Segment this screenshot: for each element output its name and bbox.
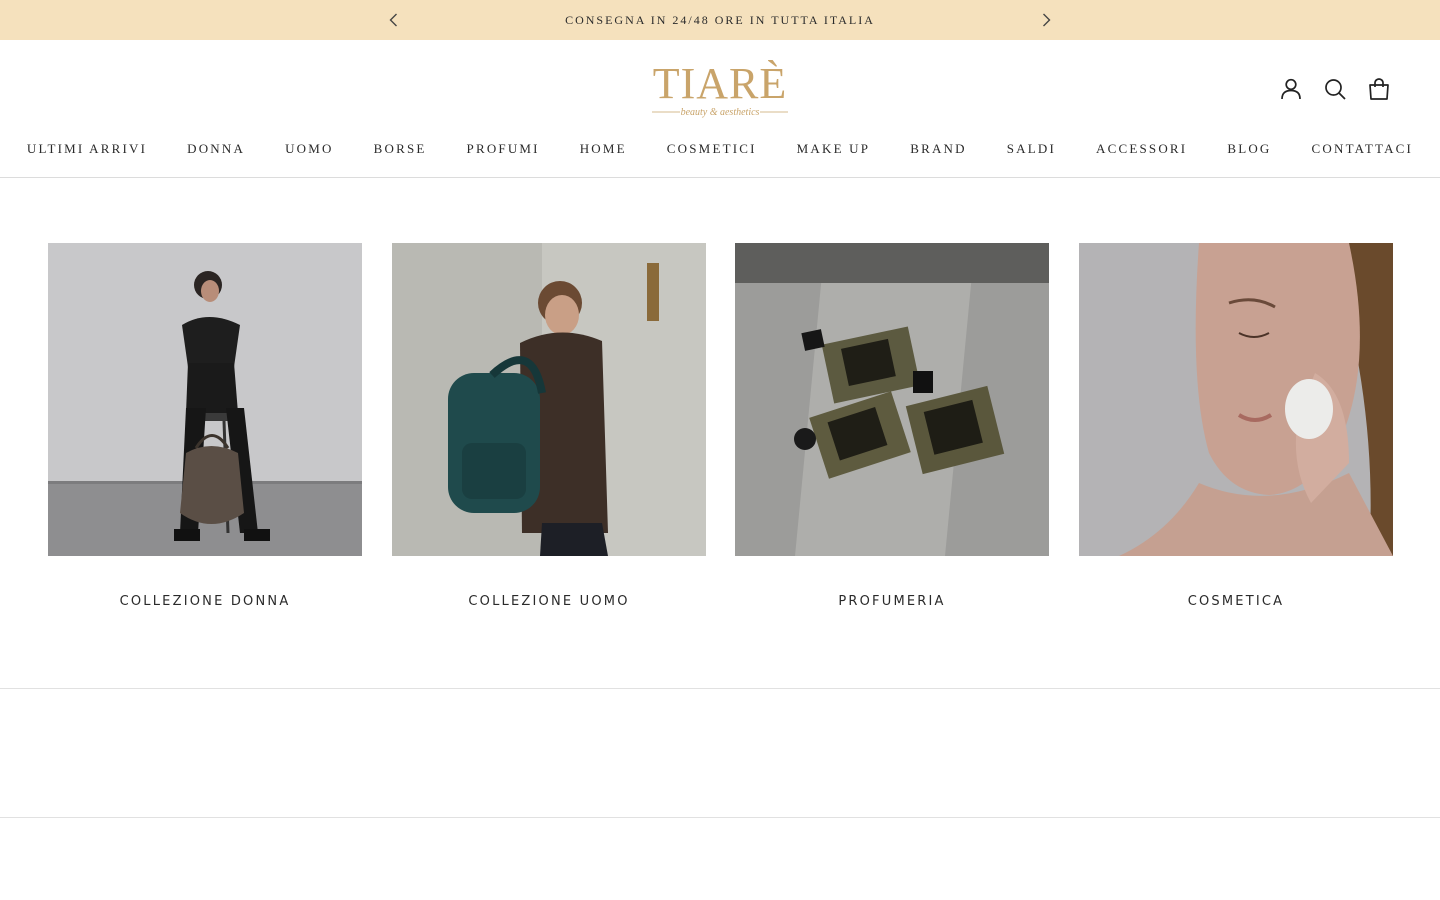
- nav-item-accessori[interactable]: ACCESSORI: [1076, 138, 1207, 160]
- collection-card-cosmetica[interactable]: COSMETICA: [1079, 243, 1393, 609]
- collection-title-cosmetica[interactable]: COSMETICA: [1079, 594, 1393, 609]
- nav-item-home[interactable]: HOME: [560, 138, 647, 160]
- search-icon[interactable]: [1322, 76, 1348, 102]
- collection-image-donna[interactable]: [48, 243, 362, 556]
- announcement-bar: CONSEGNA IN 24/48 ORE IN TUTTA ITALIA: [0, 0, 1440, 40]
- collection-card-profumeria[interactable]: PROFUMERIA: [735, 243, 1049, 609]
- collections-grid: COLLEZIONE DONNA COLLEZIONE UOMO PROFUME…: [48, 243, 1393, 623]
- nav-item-blog[interactable]: BLOG: [1207, 138, 1291, 160]
- collection-image-cosmetica[interactable]: [1079, 243, 1393, 556]
- brand-logo[interactable]: TIARÈ beauty & aesthetics: [650, 58, 790, 120]
- section-divider: [0, 817, 1440, 818]
- nav-item-make-up[interactable]: MAKE UP: [777, 138, 891, 160]
- nav-item-saldi[interactable]: SALDI: [987, 138, 1076, 160]
- collection-image-uomo[interactable]: [392, 243, 706, 556]
- chevron-right-icon[interactable]: [1036, 10, 1056, 30]
- nav-item-borse[interactable]: BORSE: [354, 138, 447, 160]
- collection-title-profumeria[interactable]: PROFUMERIA: [735, 594, 1049, 609]
- collection-image-profumeria[interactable]: [735, 243, 1049, 556]
- nav-item-brand[interactable]: BRAND: [890, 138, 987, 160]
- collection-card-uomo[interactable]: COLLEZIONE UOMO: [392, 243, 706, 609]
- site-header: TIARÈ beauty & aesthetics ULTIMI ARRIVI …: [0, 40, 1440, 178]
- nav-item-uomo[interactable]: UOMO: [265, 138, 354, 160]
- nav-item-profumi[interactable]: PROFUMI: [447, 138, 560, 160]
- nav-item-cosmetici[interactable]: COSMETICI: [647, 138, 777, 160]
- collection-card-donna[interactable]: COLLEZIONE DONNA: [48, 243, 362, 609]
- svg-text:beauty & aesthetics: beauty & aesthetics: [681, 107, 760, 118]
- header-icons: [1278, 76, 1392, 102]
- collection-title-donna[interactable]: COLLEZIONE DONNA: [48, 594, 362, 609]
- cart-icon[interactable]: [1366, 76, 1392, 102]
- nav-item-ultimi-arrivi[interactable]: ULTIMI ARRIVI: [7, 138, 167, 160]
- account-icon[interactable]: [1278, 76, 1304, 102]
- nav-item-contattaci[interactable]: CONTATTACI: [1292, 138, 1434, 160]
- collection-title-uomo[interactable]: COLLEZIONE UOMO: [392, 594, 706, 609]
- section-divider: [0, 688, 1440, 689]
- nav-item-donna[interactable]: DONNA: [167, 138, 265, 160]
- svg-text:TIARÈ: TIARÈ: [653, 59, 788, 108]
- main-navigation: ULTIMI ARRIVI DONNA UOMO BORSE PROFUMI H…: [0, 138, 1440, 160]
- announcement-text: CONSEGNA IN 24/48 ORE IN TUTTA ITALIA: [565, 13, 875, 27]
